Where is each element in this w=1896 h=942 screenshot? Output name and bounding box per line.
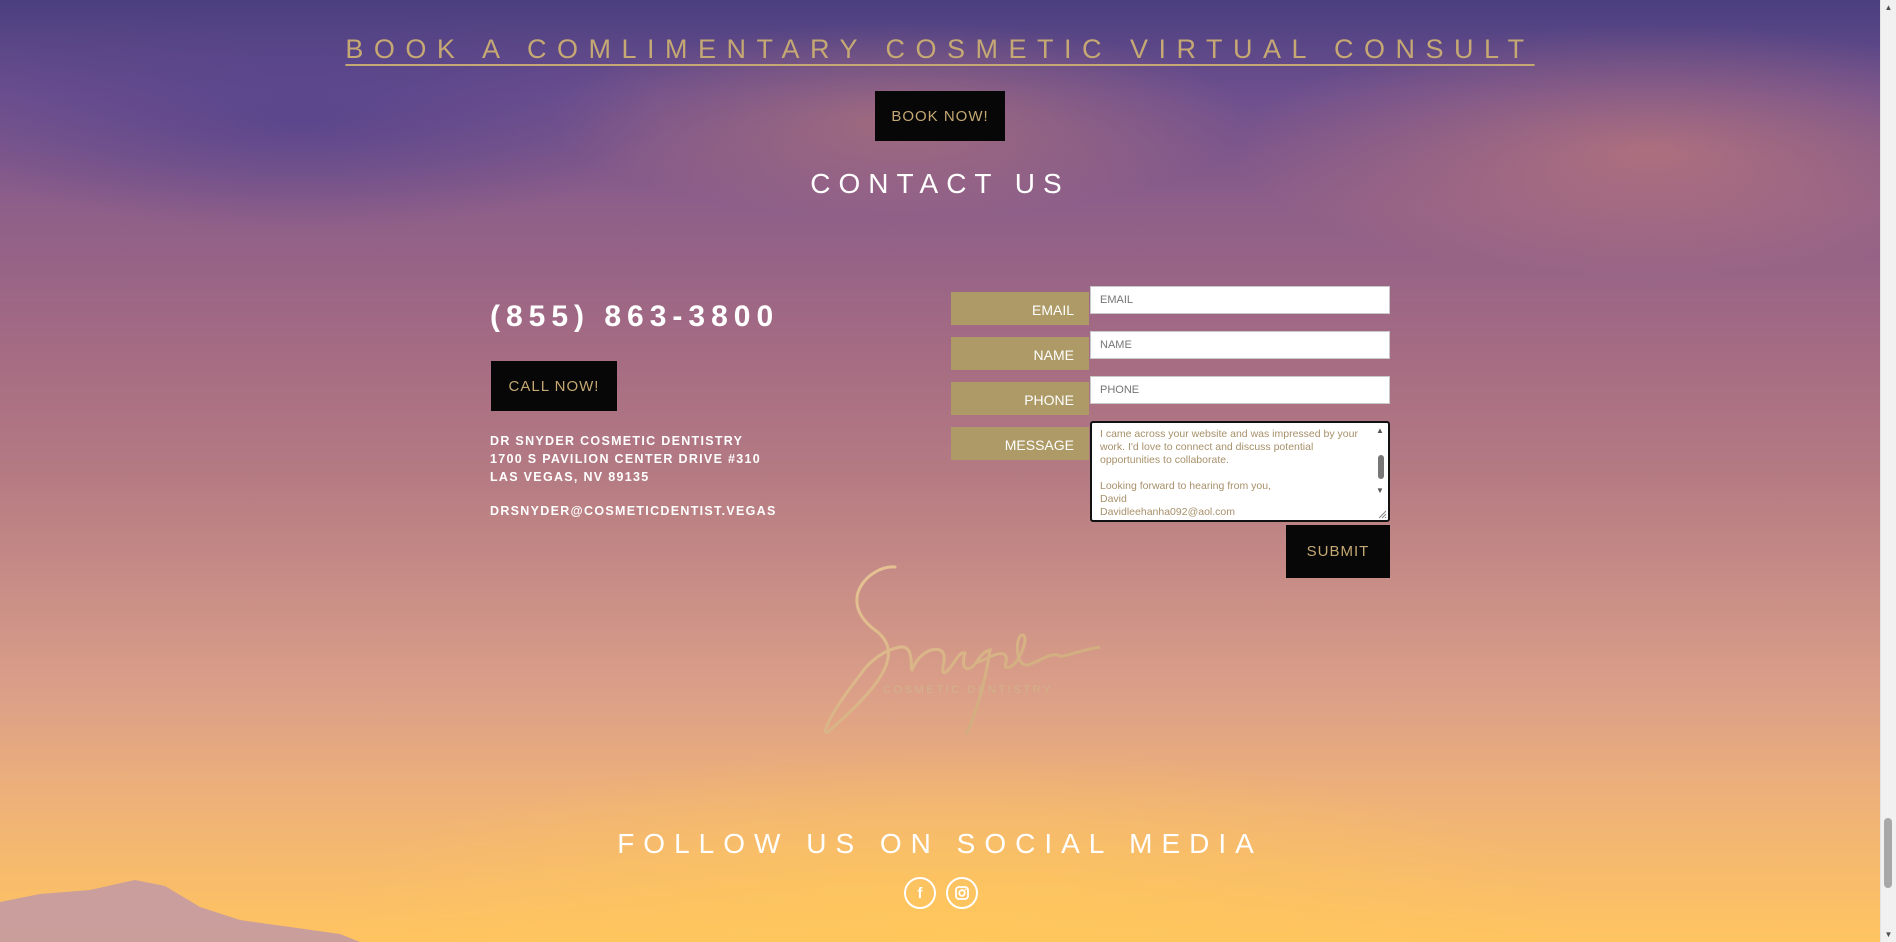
- page-scroll-down-icon[interactable]: ▼: [1881, 927, 1896, 942]
- address-line-1: DR SNYDER COSMETIC DENTISTRY: [490, 434, 744, 448]
- mountain-silhouette: [0, 880, 360, 942]
- snyder-logo: [823, 565, 1100, 735]
- instagram-glyph-icon: [955, 886, 969, 900]
- contact-heading: CONTACT US: [810, 168, 1070, 199]
- name-field[interactable]: [1090, 331, 1390, 359]
- message-scrollbar[interactable]: ▲ ▼: [1374, 423, 1388, 520]
- scroll-up-arrow-icon[interactable]: ▲: [1376, 426, 1384, 435]
- submit-button[interactable]: SUBMIT: [1286, 525, 1390, 578]
- page-scrollbar[interactable]: ▲ ▼: [1880, 0, 1896, 942]
- logo-subtitle: COSMETIC DENTISTRY: [883, 684, 1054, 696]
- address-block: DR SNYDER COSMETIC DENTISTRY 1700 S PAVI…: [490, 432, 761, 486]
- book-now-button[interactable]: BOOK NOW!: [875, 91, 1005, 141]
- follow-us-heading: FOLLOW US ON SOCIAL MEDIA: [617, 828, 1263, 859]
- phone-label: PHONE: [951, 382, 1089, 415]
- book-consult-link[interactable]: BOOK A COMLIMENTARY COSMETIC VIRTUAL CON…: [0, 34, 1880, 65]
- call-now-button[interactable]: CALL NOW!: [491, 361, 617, 411]
- message-scroll-thumb[interactable]: [1378, 455, 1384, 479]
- instagram-icon[interactable]: [946, 877, 978, 909]
- scroll-down-arrow-icon[interactable]: ▼: [1376, 486, 1384, 495]
- contact-email-link[interactable]: DRSNYDER@COSMETICDENTIST.VEGAS: [490, 504, 777, 518]
- address-line-2: 1700 S PAVILION CENTER DRIVE #310: [490, 452, 761, 466]
- name-label: NAME: [951, 337, 1089, 370]
- page-scroll-thumb[interactable]: [1884, 818, 1892, 888]
- resize-grip-icon[interactable]: [1377, 509, 1387, 519]
- page-scroll-up-icon[interactable]: ▲: [1881, 0, 1896, 15]
- message-text[interactable]: I came across your website and was impre…: [1100, 428, 1368, 519]
- phone-field[interactable]: [1090, 376, 1390, 404]
- email-field[interactable]: [1090, 286, 1390, 314]
- message-label: MESSAGE: [951, 427, 1089, 460]
- phone-number[interactable]: (855) 863-3800: [490, 300, 779, 334]
- message-textarea[interactable]: I came across your website and was impre…: [1090, 421, 1390, 522]
- address-line-3: LAS VEGAS, NV 89135: [490, 470, 650, 484]
- email-label: EMAIL: [951, 292, 1089, 325]
- facebook-icon[interactable]: f: [904, 877, 936, 909]
